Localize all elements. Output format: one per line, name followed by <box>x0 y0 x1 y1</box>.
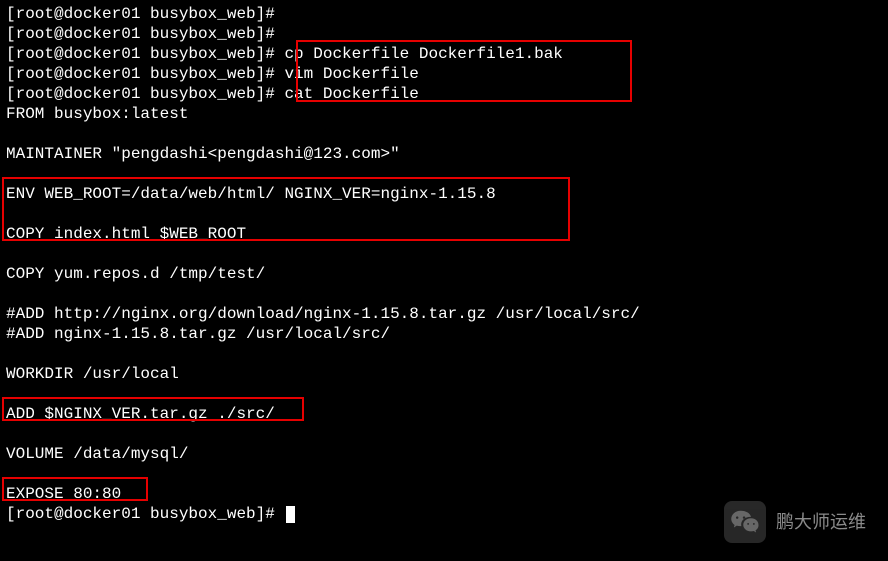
terminal-cursor <box>286 506 295 523</box>
dockerfile-workdir: WORKDIR /usr/local <box>6 364 882 384</box>
blank-line <box>6 204 882 224</box>
wechat-icon <box>724 501 766 543</box>
blank-line <box>6 284 882 304</box>
prompt-line: [root@docker01 busybox_web]# <box>6 24 882 44</box>
dockerfile-copy-index: COPY index.html $WEB_ROOT <box>6 224 882 244</box>
dockerfile-env: ENV WEB_ROOT=/data/web/html/ NGINX_VER=n… <box>6 184 882 204</box>
prompt-line: [root@docker01 busybox_web]# <box>6 4 882 24</box>
command-line-cp: [root@docker01 busybox_web]# cp Dockerfi… <box>6 44 882 64</box>
dockerfile-volume: VOLUME /data/mysql/ <box>6 444 882 464</box>
watermark-text: 鹏大师运维 <box>776 511 866 534</box>
blank-line <box>6 464 882 484</box>
blank-line <box>6 424 882 444</box>
dockerfile-maintainer: MAINTAINER "pengdashi<pengdashi@123.com>… <box>6 144 882 164</box>
prompt-text: [root@docker01 busybox_web]# <box>6 505 284 523</box>
command-line-vim: [root@docker01 busybox_web]# vim Dockerf… <box>6 64 882 84</box>
terminal-output[interactable]: [root@docker01 busybox_web]# [root@docke… <box>6 4 882 524</box>
command-line-cat: [root@docker01 busybox_web]# cat Dockerf… <box>6 84 882 104</box>
dockerfile-comment-add-local: #ADD nginx-1.15.8.tar.gz /usr/local/src/ <box>6 324 882 344</box>
dockerfile-copy-yum: COPY yum.repos.d /tmp/test/ <box>6 264 882 284</box>
dockerfile-comment-add-url: #ADD http://nginx.org/download/nginx-1.1… <box>6 304 882 324</box>
dockerfile-from: FROM busybox:latest <box>6 104 882 124</box>
blank-line <box>6 124 882 144</box>
blank-line <box>6 244 882 264</box>
blank-line <box>6 164 882 184</box>
dockerfile-add: ADD $NGINX_VER.tar.gz ./src/ <box>6 404 882 424</box>
blank-line <box>6 344 882 364</box>
watermark: 鹏大师运维 <box>724 501 866 543</box>
blank-line <box>6 384 882 404</box>
